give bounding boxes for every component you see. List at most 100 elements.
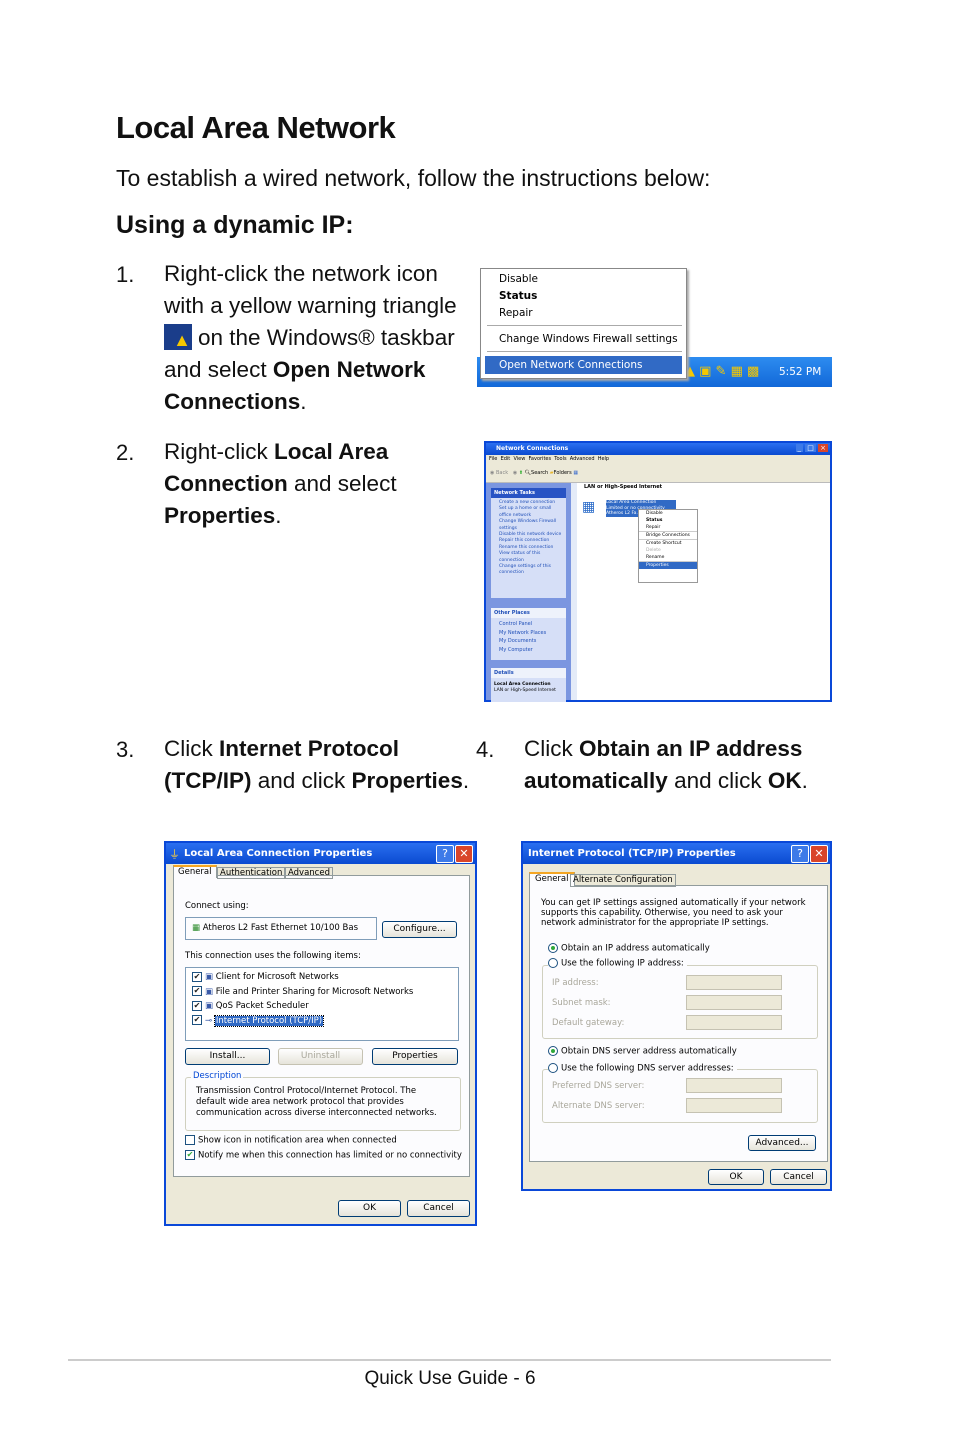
- menu-edit[interactable]: Edit: [501, 456, 511, 462]
- component-item-selected[interactable]: ✔ ⊸ Internet Protocol (TCP/IP): [192, 1014, 452, 1029]
- menu-item-disable[interactable]: Disable: [499, 273, 538, 285]
- place-link[interactable]: Control Panel: [499, 620, 563, 629]
- back-button[interactable]: Back: [496, 470, 508, 476]
- description-label: Description: [191, 1071, 244, 1081]
- search-button[interactable]: Search: [531, 470, 548, 476]
- scrollbar[interactable]: [571, 483, 577, 700]
- qos-icon: ▣: [205, 1001, 214, 1011]
- connect-using-label: Connect using:: [185, 901, 249, 911]
- folders-button[interactable]: Folders: [554, 470, 572, 476]
- advanced-button[interactable]: Advanced...: [748, 1135, 816, 1151]
- menu-tools[interactable]: Tools: [554, 456, 566, 462]
- tab-general[interactable]: General: [529, 872, 575, 887]
- use-dns-radio[interactable]: Use the following DNS server addresses:: [548, 1063, 737, 1074]
- step-2-bold-b: Properties: [164, 503, 276, 528]
- tab-general[interactable]: General: [173, 865, 217, 878]
- step-4-text: Click Obtain an IP address automatically…: [524, 733, 834, 797]
- menu-advanced[interactable]: Advanced: [570, 456, 595, 462]
- intro-text: To establish a wired network, follow the…: [116, 165, 711, 191]
- up-icon[interactable]: ⬆: [519, 470, 523, 476]
- page: Local Area Network To establish a wired …: [0, 0, 954, 1438]
- alternate-dns-label: Alternate DNS server:: [552, 1101, 645, 1111]
- ctx-status[interactable]: Status: [639, 517, 697, 524]
- task-link[interactable]: View status of this connection: [499, 551, 563, 564]
- obtain-dns-radio[interactable]: Obtain DNS server address automatically: [548, 1046, 737, 1057]
- ip-address-label: IP address:: [552, 978, 599, 988]
- adapter-icon: ▦: [192, 923, 201, 933]
- other-places-title[interactable]: Other Places: [491, 608, 566, 618]
- show-icon-checkbox[interactable]: Show icon in notification area when conn…: [185, 1135, 397, 1146]
- details-type: LAN or High-Speed Internet: [494, 688, 556, 693]
- menu-favorites[interactable]: Favorites: [529, 456, 552, 462]
- place-link[interactable]: My Network Places: [499, 629, 563, 638]
- checkbox[interactable]: ✔: [192, 1000, 202, 1011]
- step-4-text-a: Click: [524, 736, 579, 761]
- task-link[interactable]: Change Windows Firewall settings: [499, 519, 563, 532]
- task-link[interactable]: Change settings of this connection: [499, 564, 563, 577]
- tab-authentication[interactable]: Authentication: [217, 867, 286, 879]
- cancel-button[interactable]: Cancel: [770, 1169, 827, 1185]
- place-link[interactable]: My Computer: [499, 646, 563, 655]
- notify-checkbox[interactable]: ✔ Notify me when this connection has limi…: [185, 1150, 462, 1161]
- ctx-properties[interactable]: Properties: [639, 562, 697, 569]
- help-button[interactable]: ?: [791, 845, 809, 863]
- step-3-text: Click Internet Protocol (TCP/IP) and cli…: [164, 733, 484, 797]
- use-ip-radio[interactable]: Use the following IP address:: [548, 958, 687, 969]
- properties-button[interactable]: Properties: [372, 1048, 458, 1065]
- details-title[interactable]: Details: [491, 668, 566, 678]
- radio-selected[interactable]: [548, 943, 558, 953]
- tab-alternate-configuration[interactable]: Alternate Configuration: [570, 874, 676, 887]
- tab-advanced[interactable]: Advanced: [285, 867, 333, 879]
- forward-icon[interactable]: ◉: [513, 470, 517, 476]
- radio-unselected[interactable]: [548, 1063, 558, 1073]
- place-link[interactable]: My Documents: [499, 637, 563, 646]
- details-panel: Details Local Area Connection LAN or High…: [491, 668, 566, 702]
- obtain-ip-radio[interactable]: Obtain an IP address automatically: [548, 943, 710, 954]
- protocol-icon: ⊸: [205, 1015, 213, 1026]
- ctx-bridge[interactable]: Bridge Connections: [639, 532, 697, 540]
- back-icon[interactable]: ◉: [490, 470, 494, 476]
- radio-selected[interactable]: [548, 1046, 558, 1056]
- ctx-repair[interactable]: Repair: [639, 524, 697, 532]
- close-button[interactable]: ✕: [455, 845, 473, 863]
- menu-item-repair[interactable]: Repair: [499, 307, 533, 319]
- window-controls[interactable]: _ □ ×: [795, 444, 828, 452]
- checkbox[interactable]: ✔: [185, 1150, 195, 1160]
- ok-button[interactable]: OK: [708, 1169, 764, 1185]
- ctx-shortcut[interactable]: Create Shortcut: [639, 540, 697, 547]
- views-icon[interactable]: ▦: [573, 470, 578, 476]
- close-button[interactable]: ✕: [810, 845, 828, 863]
- menu-view[interactable]: View: [513, 456, 525, 462]
- ctx-disable[interactable]: Disable: [639, 510, 697, 517]
- use-ip-label: Use the following IP address:: [561, 958, 684, 969]
- component-item[interactable]: ✔ ▣ QoS Packet Scheduler: [192, 999, 452, 1014]
- menu-item-status[interactable]: Status: [499, 290, 537, 302]
- title-bar: Network Connections: [486, 443, 830, 455]
- component-item[interactable]: ✔ ▣ Client for Microsoft Networks: [192, 970, 452, 985]
- menu-help[interactable]: Help: [598, 456, 609, 462]
- cancel-button[interactable]: Cancel: [407, 1200, 470, 1217]
- lan-connection-icon[interactable]: ▦: [582, 499, 602, 517]
- alternate-dns-field: [686, 1098, 782, 1113]
- section-title: Using a dynamic IP:: [116, 211, 354, 239]
- ctx-rename[interactable]: Rename: [639, 554, 697, 562]
- configure-button[interactable]: Configure...: [382, 921, 457, 938]
- component-item[interactable]: ✔ ▣ File and Printer Sharing for Microsof…: [192, 985, 452, 1000]
- component-label: Internet Protocol (TCP/IP): [213, 1014, 325, 1027]
- task-link[interactable]: Set up a home or small office network: [499, 506, 563, 519]
- checkbox[interactable]: ✔: [192, 971, 202, 982]
- install-button[interactable]: Install...: [185, 1048, 270, 1065]
- menu-item-open-network-connections[interactable]: Open Network Connections: [485, 356, 682, 374]
- checkbox[interactable]: [185, 1135, 195, 1145]
- ok-button[interactable]: OK: [338, 1200, 401, 1217]
- radio-unselected[interactable]: [548, 958, 558, 968]
- menu-file[interactable]: File: [489, 456, 497, 462]
- adapter-field: ▦ Atheros L2 Fast Ethernet 10/100 Bas: [185, 917, 377, 940]
- checkbox[interactable]: ✔: [192, 986, 202, 996]
- help-button[interactable]: ?: [436, 845, 454, 863]
- network-tasks-title[interactable]: Network Tasks: [491, 488, 566, 498]
- step-3-bold-b: Properties: [351, 768, 463, 793]
- menu-item-firewall[interactable]: Change Windows Firewall settings: [499, 333, 678, 345]
- checkbox[interactable]: ✔: [192, 1015, 202, 1025]
- step-1-text: Right-click the network icon with a yell…: [164, 258, 482, 418]
